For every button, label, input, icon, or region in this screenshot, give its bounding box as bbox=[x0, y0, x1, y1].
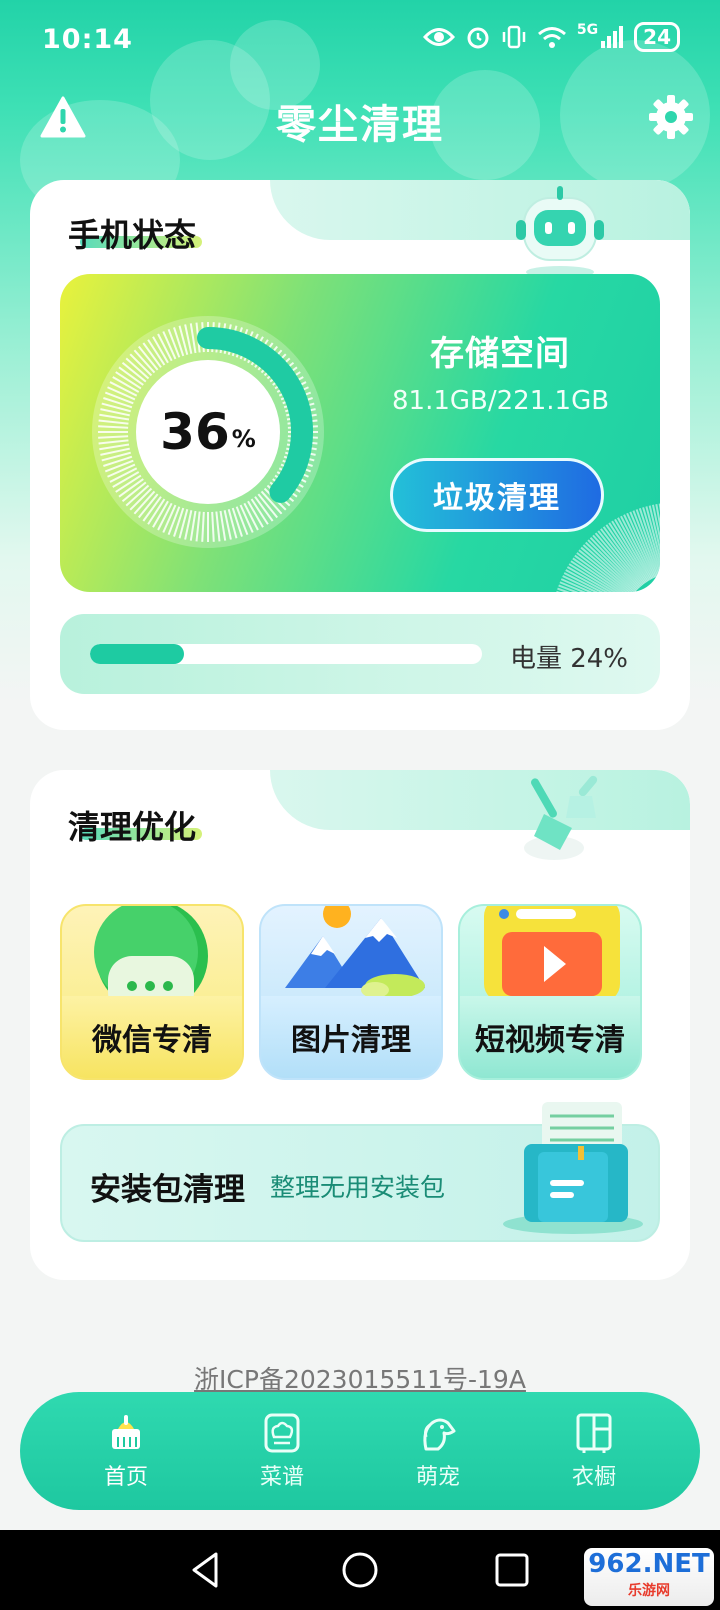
card-header-decor bbox=[270, 180, 690, 240]
alarm-icon bbox=[467, 27, 489, 49]
battery-progress-bar bbox=[90, 644, 482, 664]
chef-hat-icon bbox=[264, 1413, 300, 1453]
storage-panel: 36 % 存储空间 81.1GB/221.1GB 垃圾清理 bbox=[60, 274, 660, 592]
broom-home-icon bbox=[112, 1415, 140, 1449]
storage-percent-sign: % bbox=[231, 425, 256, 453]
wifi-icon bbox=[537, 27, 566, 48]
apk-clean-subtitle: 整理无用安装包 bbox=[270, 1173, 446, 1202]
watermark-logo: 962.NET 乐游网 bbox=[584, 1548, 714, 1606]
wechat-chat-icon bbox=[94, 906, 208, 1010]
bottom-nav: 首页 菜谱 萌宠 衣橱 bbox=[20, 1392, 700, 1510]
tile-label: 图片清理 bbox=[261, 996, 441, 1078]
folder-file-icon bbox=[503, 1102, 643, 1234]
status-time: 10:14 bbox=[42, 24, 133, 55]
nav-item-recipes[interactable]: 菜谱 bbox=[222, 1411, 342, 1491]
storage-value: 81.1GB/221.1GB bbox=[392, 386, 610, 416]
apk-clean-panel[interactable]: 安装包清理 整理无用安装包 bbox=[60, 1102, 660, 1242]
pet-dog-icon bbox=[423, 1418, 456, 1451]
card-header-decor bbox=[270, 770, 690, 830]
apk-clean-title: 安装包清理 bbox=[90, 1172, 245, 1208]
wardrobe-icon bbox=[576, 1413, 612, 1453]
battery-label: 电量 24% bbox=[509, 644, 628, 674]
nav-item-wardrobe[interactable]: 衣橱 bbox=[534, 1411, 654, 1491]
vibrate-icon bbox=[502, 25, 526, 49]
nav-label: 菜谱 bbox=[259, 1465, 304, 1490]
nav-label: 萌宠 bbox=[415, 1465, 460, 1490]
nav-label: 衣橱 bbox=[571, 1465, 616, 1490]
nav-item-pets[interactable]: 萌宠 bbox=[378, 1411, 498, 1491]
watermark-bottom: 乐游网 bbox=[628, 1583, 670, 1599]
network-type: 5G bbox=[576, 22, 599, 38]
battery-progress-fill bbox=[90, 644, 185, 664]
nav-item-home[interactable]: 首页 bbox=[66, 1411, 186, 1491]
tile-label: 微信专清 bbox=[62, 996, 242, 1078]
section-title-clean-optimize: 清理优化 bbox=[68, 808, 197, 846]
short-video-clean-tile[interactable]: 短视频专清 bbox=[458, 904, 642, 1080]
signal-icon bbox=[601, 26, 624, 48]
recents-square-icon[interactable] bbox=[492, 1550, 532, 1590]
home-circle-icon[interactable] bbox=[340, 1550, 380, 1590]
video-play-icon bbox=[484, 906, 620, 1002]
storage-percent-value: 36 bbox=[160, 403, 230, 461]
app-title: 零尘清理 bbox=[276, 102, 444, 148]
broom-icon bbox=[524, 775, 598, 860]
picture-clean-tile[interactable]: 图片清理 bbox=[259, 904, 443, 1080]
gear-icon[interactable] bbox=[648, 94, 694, 140]
storage-percent-badge: 36 % bbox=[136, 360, 280, 504]
phone-status-card: 手机状态 36 % 存储空间 81.1GB/221.1GB 垃圾清理 电量 24… bbox=[30, 180, 690, 730]
junk-clean-button[interactable]: 垃圾清理 bbox=[390, 458, 604, 532]
battery-panel: 电量 24% bbox=[60, 614, 660, 694]
back-icon[interactable] bbox=[186, 1550, 226, 1590]
storage-title: 存储空间 bbox=[430, 334, 570, 374]
battery-indicator: 24 bbox=[634, 22, 680, 52]
nav-label: 首页 bbox=[103, 1465, 148, 1490]
status-bar: 10:14 5G 24 bbox=[0, 0, 720, 80]
status-icons: 5G 24 bbox=[422, 22, 680, 52]
watermark-top: 962.NET bbox=[588, 1549, 710, 1579]
mountain-picture-icon bbox=[285, 906, 425, 998]
section-title-phone-status: 手机状态 bbox=[68, 216, 197, 254]
wechat-clean-tile[interactable]: 微信专清 bbox=[60, 904, 244, 1080]
storage-ring: 36 % bbox=[88, 312, 328, 552]
icp-license-link[interactable]: 浙ICP备2023015511号-19A bbox=[0, 1360, 720, 1396]
eye-icon bbox=[422, 28, 455, 46]
tile-label: 短视频专清 bbox=[460, 996, 640, 1078]
robot-mascot-icon bbox=[516, 186, 604, 278]
clean-optimize-card: 清理优化 微信专清 图片清理 短视频专清 安装包清理 整理无用安装包 bbox=[30, 770, 690, 1280]
